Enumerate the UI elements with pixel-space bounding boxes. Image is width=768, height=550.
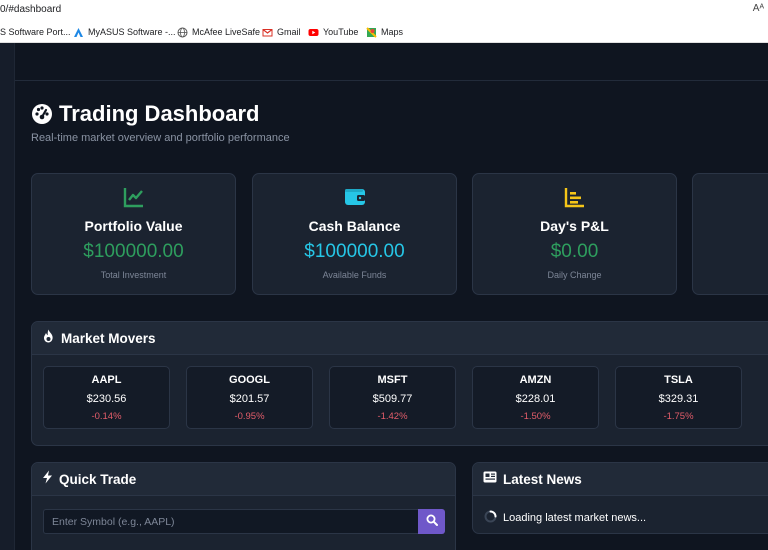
bookmark-myasus[interactable]: MyASUS Software -...	[73, 25, 176, 39]
stat-note: Available Funds	[322, 270, 387, 280]
bookmark-youtube[interactable]: YouTube	[308, 25, 358, 39]
gmail-icon	[262, 27, 273, 38]
bookmark-label: S Software Port...	[0, 27, 71, 37]
stock-change: -1.42%	[377, 411, 408, 422]
page-header: Trading Dashboard	[31, 101, 259, 127]
chart-line-icon	[32, 185, 235, 209]
stock-symbol: MSFT	[377, 374, 408, 386]
bookmark-label: YouTube	[323, 27, 359, 37]
bookmark-mcafee[interactable]: McAfee LiveSafe	[177, 25, 260, 39]
bookmark-label: McAfee LiveSafe	[192, 27, 261, 37]
stock-symbol: GOOGL	[229, 374, 270, 386]
address-bar[interactable]: 0/#dashboard Aᴬ	[0, 0, 768, 20]
maps-icon	[366, 26, 377, 38]
quick-trade-panel: Quick Trade	[31, 462, 456, 550]
loading-text: Loading latest market news...	[503, 512, 647, 524]
stat-value: $100000.00	[83, 241, 184, 262]
stat-value: $100000.00	[304, 241, 405, 262]
stock-price: $230.56	[86, 393, 127, 405]
bar-chart-icon	[473, 185, 676, 209]
globe-icon	[177, 27, 188, 38]
stat-card-partial	[692, 173, 768, 295]
bookmark-label: Maps	[381, 27, 404, 37]
panel-header: Latest News	[473, 463, 768, 496]
stock-symbol: AAPL	[91, 374, 122, 386]
top-navbar	[15, 43, 768, 81]
bookmark-label: Gmail	[277, 27, 301, 37]
stock-symbol: AMZN	[519, 374, 552, 386]
latest-news-panel: Latest News Loading latest market news..…	[472, 462, 768, 534]
page-subtitle: Real-time market overview and portfolio …	[31, 132, 290, 144]
wallet-icon	[253, 185, 456, 209]
stock-change: -1.75%	[663, 411, 694, 422]
stat-card-cash-balance: Cash Balance $100000.00 Available Funds	[252, 173, 457, 295]
stat-label: Cash Balance	[308, 218, 401, 234]
panel-title: Latest News	[503, 471, 582, 487]
stat-label: Portfolio Value	[84, 218, 183, 234]
panel-title: Quick Trade	[59, 471, 137, 487]
page-title: Trading Dashboard	[59, 101, 260, 126]
stock-card-amzn[interactable]: AMZN $228.01 -1.50%	[472, 366, 599, 429]
stock-price: $509.77	[372, 393, 413, 405]
newspaper-icon	[483, 470, 497, 488]
stock-card-msft[interactable]: MSFT $509.77 -1.42%	[329, 366, 456, 429]
stat-card-days-pnl: Day's P&L $0.00 Daily Change	[472, 173, 677, 295]
sidebar-collapsed	[0, 43, 15, 550]
stock-card-googl[interactable]: GOOGL $201.57 -0.95%	[186, 366, 313, 429]
bookmarks-bar: S Software Port... MyASUS Software -... …	[0, 20, 768, 43]
stock-symbol: TSLA	[664, 374, 693, 386]
market-movers-panel: Market Movers AAPL $230.56 -0.14% GOOGL …	[31, 321, 768, 446]
stat-note: Total Investment	[100, 270, 167, 280]
fire-icon	[42, 329, 55, 348]
stock-card-tsla[interactable]: TSLA $329.31 -1.75%	[615, 366, 742, 429]
stock-change: -0.95%	[234, 411, 265, 422]
symbol-search-button[interactable]	[418, 509, 445, 534]
search-icon	[426, 514, 438, 529]
stock-price: $329.31	[658, 393, 699, 405]
stock-price: $228.01	[515, 393, 556, 405]
news-loading: Loading latest market news...	[484, 510, 646, 526]
youtube-icon	[308, 27, 319, 38]
stat-label: Day's P&L	[540, 218, 609, 234]
stock-change: -1.50%	[520, 411, 551, 422]
bolt-icon	[42, 470, 53, 489]
url-text[interactable]: 0/#dashboard	[0, 4, 61, 15]
symbol-input[interactable]	[43, 509, 418, 534]
bookmark-maps[interactable]: Maps	[366, 25, 403, 39]
spinner-icon	[484, 510, 497, 526]
stat-value: $0.00	[550, 241, 599, 262]
stat-note: Daily Change	[547, 270, 602, 280]
reader-mode-icon[interactable]: Aᴬ	[753, 3, 764, 14]
stock-price: $201.57	[229, 393, 270, 405]
myasus-icon	[73, 27, 84, 38]
panel-header: Quick Trade	[32, 463, 455, 496]
bookmark-gmail[interactable]: Gmail	[262, 25, 301, 39]
panel-header: Market Movers	[32, 322, 768, 355]
speedometer-icon	[31, 103, 53, 125]
stock-change: -0.14%	[91, 411, 122, 422]
bookmark-asus-software[interactable]: S Software Port...	[0, 25, 71, 39]
app-viewport: Trading Dashboard Real-time market overv…	[0, 43, 768, 550]
bookmark-label: MyASUS Software -...	[88, 27, 176, 37]
stat-card-portfolio-value: Portfolio Value $100000.00 Total Investm…	[31, 173, 236, 295]
stock-card-aapl[interactable]: AAPL $230.56 -0.14%	[43, 366, 170, 429]
panel-title: Market Movers	[61, 330, 156, 346]
